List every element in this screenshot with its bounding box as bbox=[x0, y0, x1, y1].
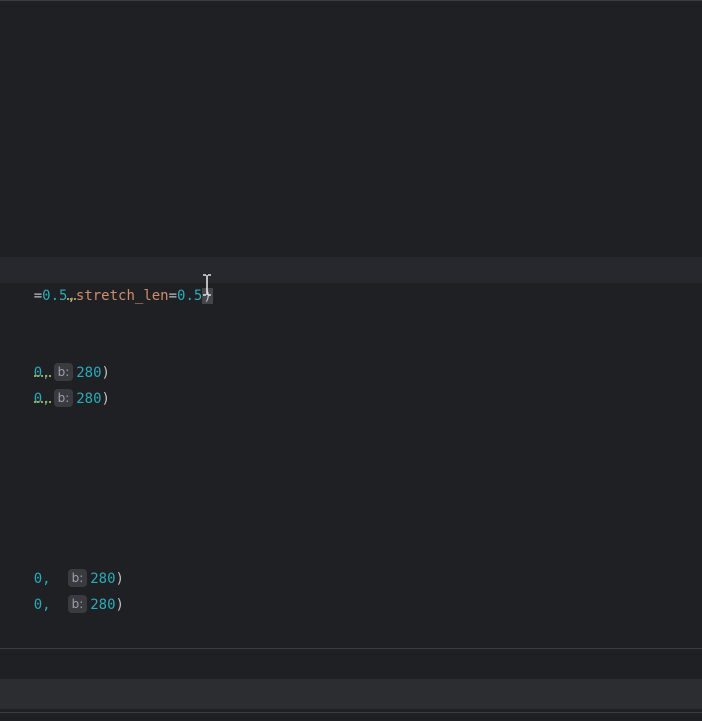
number-fragment: 0, bbox=[33, 597, 51, 613]
code-line[interactable]: 0, b: 280) bbox=[0, 360, 110, 407]
code-line-current[interactable]: =0.5,stretch_len=0.5) bbox=[0, 257, 213, 304]
keyword-argument: stretch_len bbox=[75, 288, 169, 304]
bottom-toolbar[interactable] bbox=[0, 679, 702, 709]
code-line[interactable]: 0, b: 280) bbox=[0, 334, 110, 381]
code-line[interactable]: 0, b: 280) bbox=[0, 540, 124, 587]
comma-warning: , bbox=[67, 288, 76, 304]
number-literal: 280 bbox=[90, 597, 116, 613]
number-fragment: 0, bbox=[33, 391, 51, 407]
text-cursor-icon bbox=[203, 274, 211, 296]
equals-sign: = bbox=[33, 288, 43, 304]
parameter-hint: b: bbox=[53, 389, 74, 407]
close-paren: ) bbox=[101, 391, 110, 407]
equals-sign: = bbox=[168, 288, 178, 304]
number-literal: 280 bbox=[76, 391, 102, 407]
close-paren: ) bbox=[115, 597, 124, 613]
number-literal: 0.5 bbox=[42, 288, 68, 304]
parameter-hint: b: bbox=[67, 595, 88, 613]
editor-top-border bbox=[0, 0, 702, 1]
code-editor[interactable]: =0.5,stretch_len=0.5) 0, b: 280) 0, b: 280) … bbox=[0, 0, 702, 648]
number-literal: 0.5 bbox=[177, 288, 203, 304]
code-line[interactable]: 0, b: 280) bbox=[0, 566, 124, 613]
